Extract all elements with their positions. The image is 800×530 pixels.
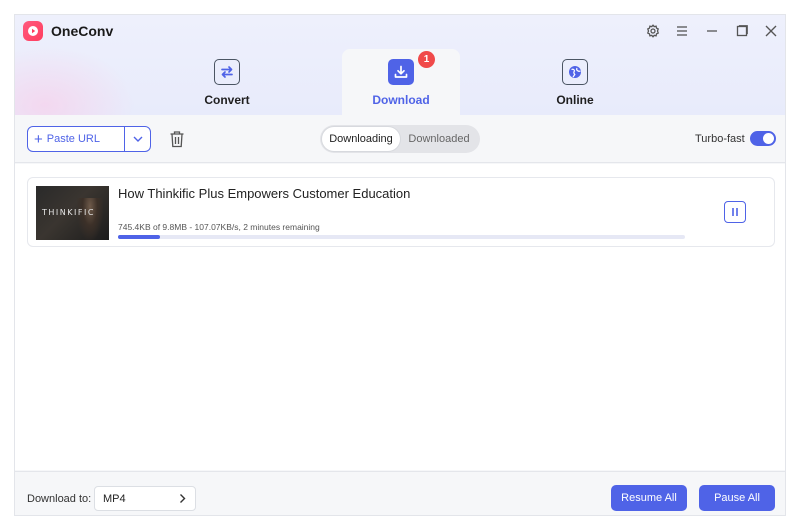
- download-count-badge: 1: [418, 51, 435, 68]
- maximize-icon[interactable]: [731, 20, 753, 42]
- paste-url-label: Paste URL: [46, 133, 100, 145]
- tab-convert[interactable]: Convert: [168, 49, 286, 115]
- chevron-right-icon: [180, 494, 186, 503]
- plus-icon: +: [34, 130, 43, 148]
- download-progress-fill: [118, 235, 160, 239]
- menu-icon[interactable]: [671, 20, 693, 42]
- settings-gear-icon[interactable]: [642, 20, 664, 42]
- download-to-label: Download to:: [27, 493, 92, 505]
- app-window: OneConv Convert 1 Download Online + Past…: [14, 14, 786, 516]
- download-status-segmented-control: Downloading Downloaded: [320, 125, 480, 153]
- output-format-value: MP4: [103, 492, 126, 505]
- app-title: OneConv: [51, 23, 114, 39]
- globe-icon: [562, 59, 588, 85]
- convert-arrows-icon: [214, 59, 240, 85]
- download-icon: [388, 59, 414, 85]
- tab-download[interactable]: 1 Download: [342, 49, 460, 115]
- segment-downloading[interactable]: Downloading: [322, 127, 400, 151]
- tab-online-label: Online: [556, 93, 594, 107]
- turbo-fast-label: Turbo-fast: [695, 133, 745, 145]
- minimize-icon[interactable]: [701, 20, 723, 42]
- pause-download-button[interactable]: [724, 201, 746, 223]
- segment-downloaded[interactable]: Downloaded: [400, 127, 478, 151]
- tab-online[interactable]: Online: [516, 49, 634, 115]
- thumbnail-person: [77, 198, 103, 240]
- chevron-down-icon: [133, 136, 142, 142]
- download-item: THINKIFIC How Thinkific Plus Empowers Cu…: [27, 177, 775, 247]
- tab-convert-label: Convert: [204, 93, 250, 107]
- resume-all-button[interactable]: Resume All: [611, 485, 687, 511]
- download-progress-bar: [118, 235, 685, 239]
- app-logo-icon: [23, 21, 43, 41]
- output-format-select[interactable]: MP4: [94, 486, 196, 511]
- close-icon[interactable]: [760, 20, 782, 42]
- toggle-knob: [763, 133, 774, 144]
- header: OneConv Convert 1 Download Online: [15, 15, 785, 165]
- video-thumbnail: THINKIFIC: [36, 186, 109, 240]
- pause-icon: [732, 208, 738, 216]
- toolbar: + Paste URL Downloading Downloaded Turbo…: [15, 115, 785, 163]
- download-title: How Thinkific Plus Empowers Customer Edu…: [118, 186, 411, 201]
- download-status-text: 745.4KB of 9.8MB - 107.07KB/s, 2 minutes…: [118, 222, 320, 232]
- footer: Download to: MP4 Resume All Pause All: [15, 471, 785, 515]
- tab-download-label: Download: [372, 93, 430, 107]
- paste-url-dropdown-button[interactable]: [125, 127, 150, 151]
- paste-url-group: + Paste URL: [27, 126, 151, 152]
- pause-all-button[interactable]: Pause All: [699, 485, 775, 511]
- delete-trash-icon[interactable]: [167, 129, 187, 149]
- paste-url-button[interactable]: + Paste URL: [28, 127, 125, 151]
- thumbnail-text: THINKIFIC: [42, 208, 95, 217]
- download-list: THINKIFIC How Thinkific Plus Empowers Cu…: [15, 164, 785, 470]
- turbo-fast-toggle[interactable]: [750, 131, 776, 146]
